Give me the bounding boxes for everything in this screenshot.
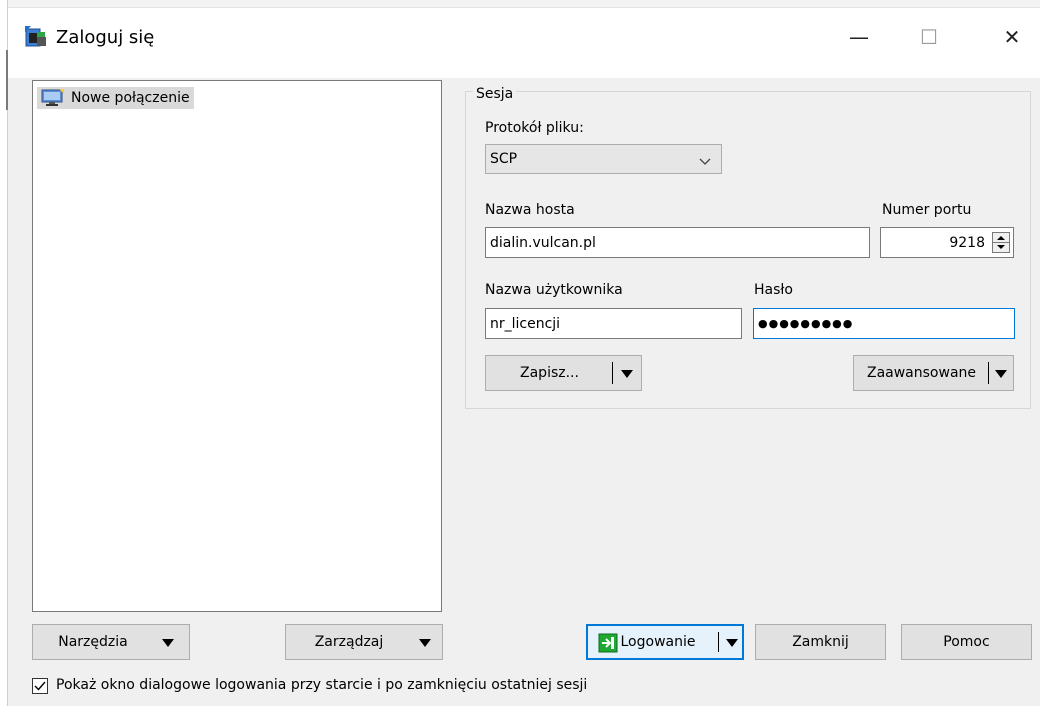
port-input[interactable]: 9218 — [880, 227, 1014, 258]
tools-button[interactable]: Narzędzia — [32, 624, 190, 660]
chevron-down-icon — [699, 154, 711, 170]
protocol-label: Protokół pliku: — [485, 120, 584, 136]
title-bar — [8, 0, 1040, 78]
monitor-icon — [41, 89, 65, 107]
protocol-select[interactable]: SCP — [485, 144, 722, 174]
dropdown-arrow-icon[interactable] — [726, 639, 738, 647]
manage-button[interactable]: Zarządzaj — [285, 624, 443, 660]
dropdown-arrow-icon — [419, 639, 431, 647]
app-icon — [23, 24, 49, 50]
login-icon — [598, 633, 618, 653]
minimize-button[interactable]: — — [836, 18, 882, 56]
help-button-label: Pomoc — [943, 634, 990, 650]
checkmark-icon — [34, 681, 46, 691]
session-group-label: Sesja — [473, 86, 517, 102]
username-input[interactable]: nr_licencji — [485, 308, 742, 339]
protocol-value: SCP — [490, 151, 518, 167]
advanced-button-label: Zaawansowane — [866, 365, 977, 381]
username-value: nr_licencji — [490, 315, 561, 332]
maximize-icon: ☐ — [920, 25, 938, 49]
window-title: Zaloguj się — [56, 27, 155, 48]
help-button[interactable]: Pomoc — [901, 624, 1032, 660]
dropdown-arrow-icon[interactable] — [621, 370, 633, 378]
background-window-edge — [0, 0, 8, 706]
close-button[interactable]: Zamknij — [755, 624, 886, 660]
login-button[interactable]: Logowanie — [586, 624, 744, 660]
host-value: dialin.vulcan.pl — [490, 234, 596, 251]
tools-button-label: Narzędzia — [58, 634, 128, 650]
username-label: Nazwa użytkownika — [485, 282, 623, 298]
password-label: Hasło — [754, 282, 793, 298]
password-value: ●●●●●●●●● — [758, 317, 854, 330]
session-item-new-connection[interactable]: Nowe połączenie — [37, 87, 194, 109]
advanced-button[interactable]: Zaawansowane — [853, 355, 1014, 391]
show-dialog-checkbox[interactable] — [32, 678, 48, 694]
dropdown-arrow-icon[interactable] — [995, 370, 1007, 378]
show-dialog-label: Pokaż okno dialogowe logowania przy star… — [56, 677, 588, 693]
close-window-button[interactable]: ✕ — [989, 18, 1035, 56]
port-label: Numer portu — [882, 202, 972, 218]
port-value: 9218 — [949, 234, 985, 251]
port-stepper[interactable] — [992, 232, 1010, 253]
minimize-icon: — — [849, 25, 869, 49]
host-label: Nazwa hosta — [485, 202, 575, 218]
password-input[interactable]: ●●●●●●●●● — [753, 308, 1015, 339]
session-tree[interactable]: Nowe połączenie — [32, 80, 442, 612]
login-button-label: Logowanie — [620, 634, 696, 650]
close-button-label: Zamknij — [792, 634, 849, 650]
session-item-label: Nowe połączenie — [71, 90, 190, 106]
host-input[interactable]: dialin.vulcan.pl — [485, 227, 870, 258]
title-bar-top-strip — [8, 0, 1040, 8]
close-icon: ✕ — [1003, 25, 1021, 49]
save-button-label: Zapisz... — [520, 365, 579, 381]
dropdown-arrow-icon — [162, 639, 174, 647]
manage-button-label: Zarządzaj — [314, 634, 384, 650]
save-button[interactable]: Zapisz... — [485, 355, 642, 391]
maximize-button[interactable]: ☐ — [906, 18, 952, 56]
